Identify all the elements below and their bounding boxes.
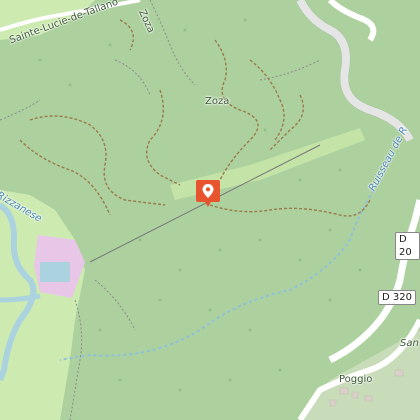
place-label-san: San — [400, 338, 419, 349]
locality-label-zoza: Zoza — [205, 96, 230, 107]
location-pin-icon[interactable] — [196, 180, 220, 208]
map-layer — [0, 0, 420, 420]
road-shield-d20: D 20 — [395, 232, 420, 260]
village-label-poggio: Poggio — [339, 374, 373, 385]
reservoir — [40, 262, 70, 282]
road-shield-d320: D 320 — [378, 290, 416, 305]
map-canvas[interactable]: Sainte-Lucie-de-Tallano Zoza Zoza Poggio… — [0, 0, 420, 420]
